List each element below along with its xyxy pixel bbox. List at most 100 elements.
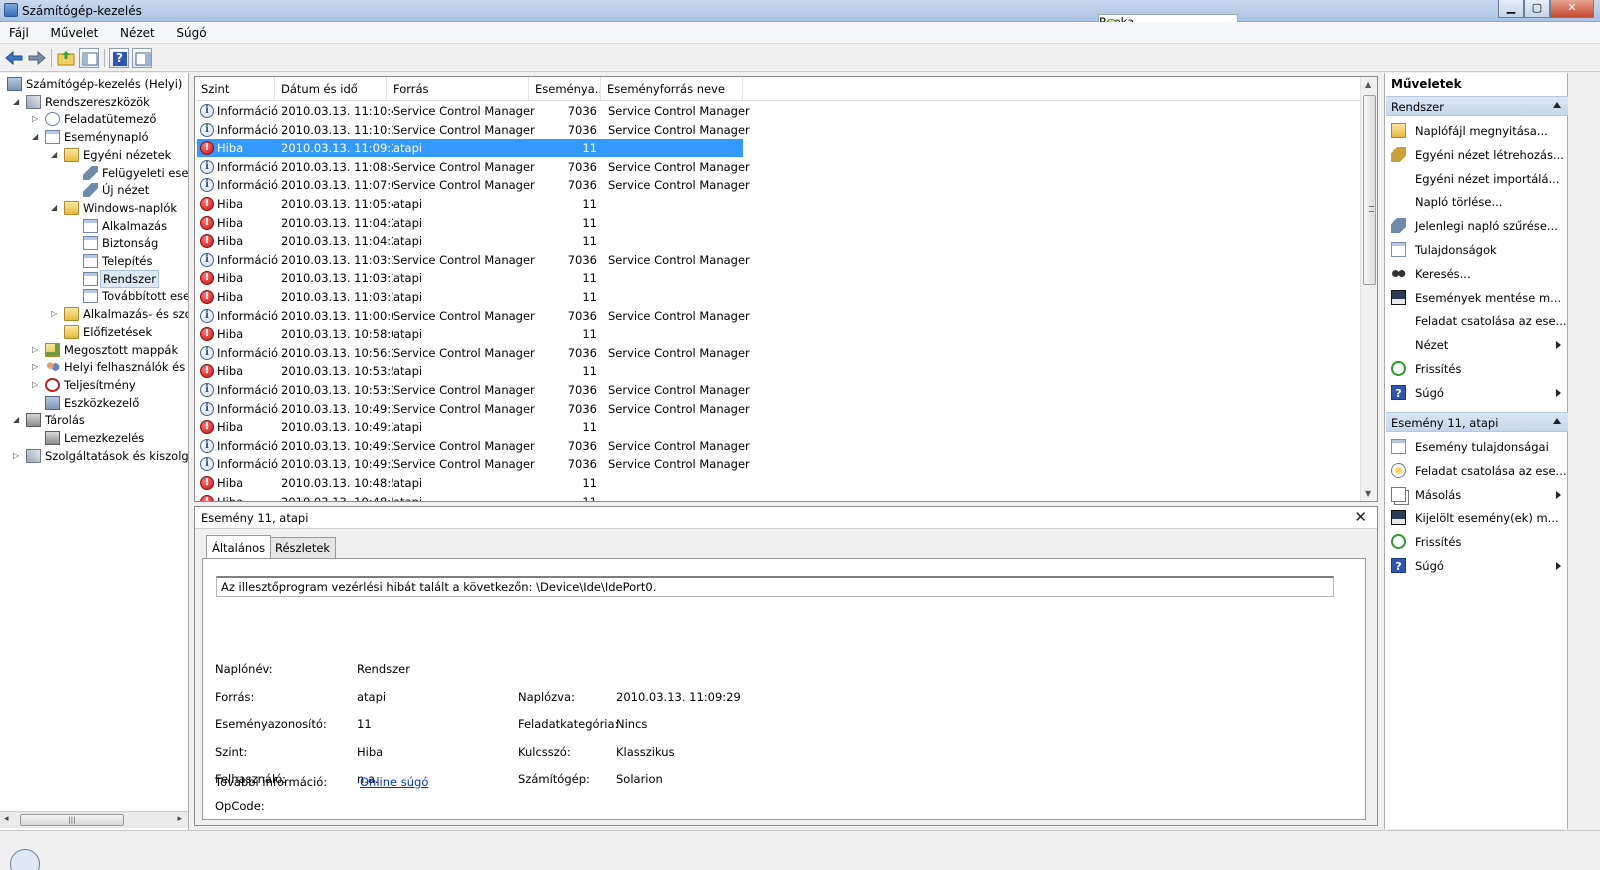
- expand-icon[interactable]: ▷: [13, 447, 23, 465]
- table-row[interactable]: iInformáció2010.03.13. 11:10:33Service C…: [195, 121, 1361, 140]
- table-row[interactable]: iInformáció2010.03.13. 11:03:36Service C…: [195, 251, 1361, 270]
- table-row[interactable]: iInformáció2010.03.13. 11:07:01Service C…: [195, 176, 1361, 195]
- table-row[interactable]: iInformáció2010.03.13. 11:08:42Service C…: [195, 158, 1361, 177]
- action-item[interactable]: Esemény tulajdonságai: [1386, 436, 1568, 458]
- action-item[interactable]: Feladat csatolása az ese...: [1386, 460, 1568, 482]
- table-row[interactable]: !Hiba 2010.03.13. 11:04:23atapi 11: [195, 214, 1361, 233]
- column-date-time[interactable]: Dátum és idő: [275, 77, 387, 101]
- action-item[interactable]: Egyéni nézet létrehozás...: [1386, 144, 1568, 166]
- cell-source: atapi: [393, 215, 423, 230]
- detail-close-icon[interactable]: ✕: [1354, 508, 1367, 526]
- help-toolbar-button[interactable]: ?: [109, 48, 129, 68]
- cell-level: Hiba: [217, 290, 244, 304]
- collapse-caret-icon[interactable]: [1553, 418, 1561, 424]
- table-row[interactable]: iInformáció2010.03.13. 10:56:21Service C…: [195, 344, 1361, 363]
- table-row[interactable]: !Hiba 2010.03.13. 11:03:17atapi 11: [195, 269, 1361, 288]
- submenu-arrow-icon: [1556, 562, 1561, 570]
- back-button[interactable]: [4, 48, 24, 68]
- menu-file[interactable]: Fájl: [0, 22, 38, 40]
- expand-icon[interactable]: ▷: [32, 341, 42, 359]
- action-pane-icon: [135, 52, 151, 66]
- action-item[interactable]: Feladat csatolása az ese...: [1386, 310, 1568, 332]
- action-item[interactable]: Nézet: [1386, 334, 1568, 356]
- table-row[interactable]: !Hiba 2010.03.13. 10:48:58atapi 11: [195, 493, 1361, 501]
- collapse-icon[interactable]: ◢: [51, 199, 61, 217]
- collapse-icon[interactable]: ◢: [13, 93, 23, 111]
- action-item[interactable]: Események mentése m...: [1386, 287, 1568, 309]
- event-message[interactable]: Az illesztőprogram vezérlési hibát talál…: [216, 576, 1334, 597]
- action-label: Súgó: [1415, 559, 1444, 573]
- column-source-name[interactable]: Eseményforrás neve: [601, 77, 743, 101]
- action-item[interactable]: Egyéni nézet importálá...: [1386, 168, 1568, 190]
- section-system[interactable]: Rendszer: [1386, 96, 1568, 116]
- action-item[interactable]: Kijelölt esemény(ek) m...: [1386, 507, 1568, 529]
- expand-icon[interactable]: ▷: [51, 305, 61, 323]
- collapse-icon[interactable]: ◢: [13, 411, 23, 429]
- scroll-left-icon[interactable]: ◂: [4, 814, 9, 824]
- action-item[interactable]: Jelenlegi napló szűrése...: [1386, 215, 1568, 237]
- cell-source: atapi: [393, 271, 423, 286]
- table-row[interactable]: !Hiba 2010.03.13. 11:05:49atapi 11: [195, 195, 1361, 214]
- cell-source: atapi: [393, 234, 423, 249]
- cell-date: 2010.03.13. 10:56:21: [281, 345, 393, 360]
- show-hide-tree-button[interactable]: [79, 48, 99, 68]
- show-hide-actions-button[interactable]: [132, 48, 152, 68]
- action-item[interactable]: Napló törlése...: [1386, 191, 1568, 213]
- expand-icon[interactable]: ▷: [32, 376, 42, 394]
- expand-icon[interactable]: ▷: [32, 358, 42, 376]
- action-item[interactable]: Másolás: [1386, 484, 1568, 506]
- up-folder-button[interactable]: [56, 48, 76, 68]
- scroll-up-icon[interactable]: ▲: [1365, 80, 1371, 89]
- table-row[interactable]: iInformáció2010.03.13. 10:49:37Service C…: [195, 400, 1361, 419]
- table-row[interactable]: !Hiba 2010.03.13. 10:48:58atapi 11: [195, 474, 1361, 493]
- table-row[interactable]: !Hiba 2010.03.13. 11:03:13atapi 11: [195, 288, 1361, 307]
- action-item[interactable]: Frissítés: [1386, 531, 1568, 553]
- action-item[interactable]: ? Súgó: [1386, 382, 1568, 404]
- action-item[interactable]: Keresés...: [1386, 263, 1568, 285]
- action-item[interactable]: Frissítés: [1386, 358, 1568, 380]
- table-row[interactable]: !Hiba 2010.03.13. 11:04:23atapi 11: [195, 232, 1361, 251]
- table-row[interactable]: iInformáció2010.03.13. 11:10:44Service C…: [195, 102, 1361, 121]
- collapse-caret-icon[interactable]: [1553, 102, 1561, 108]
- action-label: Tulajdonságok: [1415, 243, 1497, 257]
- menu-help[interactable]: Súgó: [167, 22, 215, 40]
- expand-icon[interactable]: ▷: [32, 110, 42, 128]
- start-orb-icon[interactable]: [10, 849, 40, 870]
- tab-details[interactable]: Részletek: [269, 537, 337, 559]
- tree-scroll-thumb[interactable]: |||: [20, 814, 124, 826]
- menu-view[interactable]: Nézet: [111, 22, 164, 40]
- window-right-edge: [1568, 73, 1600, 829]
- scroll-right-icon[interactable]: ▸: [177, 814, 182, 824]
- column-event-id[interactable]: Eseménya...: [529, 77, 601, 101]
- cell-source: Service Control Manager: [393, 252, 535, 267]
- scroll-thumb[interactable]: [1363, 95, 1376, 285]
- tree-horizontal-scrollbar[interactable]: ◂ ||| ▸: [0, 811, 188, 828]
- cell-source: atapi: [393, 364, 423, 379]
- table-row[interactable]: !Hiba2010.03.13. 11:09:29atapi11: [195, 139, 1361, 158]
- table-row[interactable]: iInformáció2010.03.13. 10:53:20Service C…: [195, 381, 1361, 400]
- log-icon: [83, 271, 98, 286]
- table-row[interactable]: iInformáció2010.03.13. 11:00:07Service C…: [195, 307, 1361, 326]
- column-source[interactable]: Forrás: [387, 77, 529, 101]
- minimize-button[interactable]: ▁: [1498, 0, 1524, 18]
- table-row[interactable]: iInformáció2010.03.13. 10:49:20Service C…: [195, 455, 1361, 474]
- section-event[interactable]: Esemény 11, atapi: [1386, 412, 1568, 432]
- action-item[interactable]: ? Súgó: [1386, 555, 1568, 577]
- close-button[interactable]: ✕: [1550, 0, 1594, 18]
- menu-action[interactable]: Művelet: [41, 22, 107, 40]
- table-row[interactable]: !Hiba 2010.03.13. 10:58:09atapi 11: [195, 325, 1361, 344]
- table-row[interactable]: !Hiba 2010.03.13. 10:49:34atapi 11: [195, 418, 1361, 437]
- table-row[interactable]: !Hiba 2010.03.13. 10:53:56atapi 11: [195, 362, 1361, 381]
- collapse-icon[interactable]: ◢: [32, 128, 42, 146]
- tab-general[interactable]: Általános: [206, 535, 272, 558]
- column-level[interactable]: Szint: [195, 77, 275, 101]
- action-item[interactable]: Naplófájl megnyitása...: [1386, 120, 1568, 142]
- collapse-icon[interactable]: ◢: [51, 146, 61, 164]
- maximize-button[interactable]: ▢: [1524, 0, 1550, 18]
- action-item[interactable]: Tulajdonságok: [1386, 239, 1568, 261]
- online-help-link[interactable]: Online súgó: [360, 775, 428, 789]
- table-row[interactable]: iInformáció2010.03.13. 10:49:31Service C…: [195, 437, 1361, 456]
- event-list-scrollbar[interactable]: ▲ ▼: [1360, 77, 1377, 501]
- scroll-down-icon[interactable]: ▼: [1365, 489, 1371, 498]
- forward-button[interactable]: [27, 48, 47, 68]
